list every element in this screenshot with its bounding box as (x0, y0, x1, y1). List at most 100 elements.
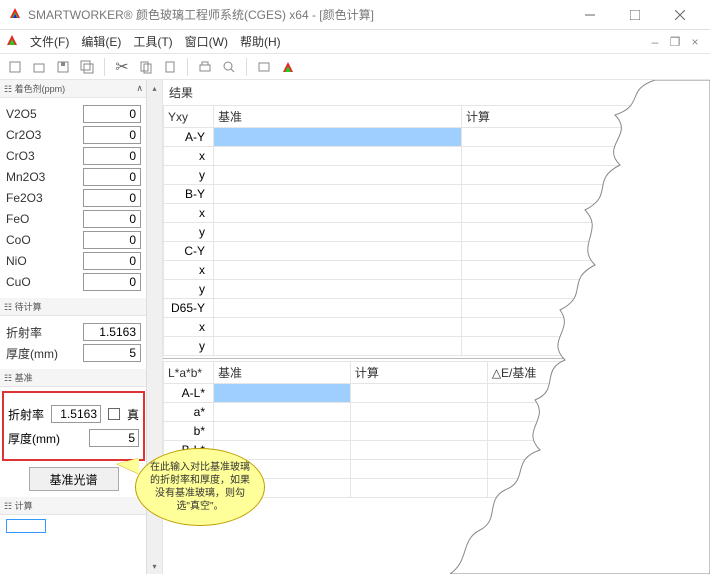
cell-base[interactable] (214, 242, 462, 261)
table-header: 计算 (462, 106, 710, 128)
maximize-button[interactable] (612, 1, 657, 29)
cell-calc[interactable] (462, 223, 710, 242)
mdi-restore-icon[interactable]: ❐ (666, 34, 684, 50)
cell-base[interactable] (214, 299, 462, 318)
cell-calc[interactable] (462, 128, 710, 147)
base-refraction-input[interactable] (51, 405, 101, 423)
cell-base[interactable] (214, 204, 462, 223)
tocompute-panel-header[interactable]: ☷ 待计算 (0, 298, 147, 316)
colorant-input[interactable] (83, 168, 141, 186)
cell-base[interactable] (214, 166, 462, 185)
cell-calc[interactable] (462, 261, 710, 280)
thickness-input[interactable] (83, 344, 141, 362)
cell-base[interactable] (214, 337, 462, 356)
cell-base[interactable] (214, 185, 462, 204)
cell-calc[interactable] (462, 280, 710, 299)
mdi-minimize-icon[interactable]: – (646, 34, 664, 50)
cell-de[interactable] (487, 384, 709, 403)
menu-window[interactable]: 窗口(W) (179, 31, 234, 52)
toolbar-separator (187, 58, 188, 76)
cell-calc[interactable] (350, 460, 487, 479)
table-header: 基准 (214, 362, 351, 384)
compute-panel-header[interactable]: ☷ 计算 (0, 497, 147, 515)
colorant-input[interactable] (83, 147, 141, 165)
cell-base[interactable] (214, 147, 462, 166)
tocompute-header-label: 待计算 (15, 302, 42, 312)
table-row: A-Y (164, 128, 710, 147)
colorant-input[interactable] (83, 231, 141, 249)
toolbar-color-icon[interactable] (277, 56, 299, 78)
cell-calc[interactable] (350, 422, 487, 441)
cell-base[interactable] (214, 128, 462, 147)
table-header: △E/基准 (487, 362, 709, 384)
cell-de[interactable] (487, 403, 709, 422)
yxy-table: Yxy基准计算A-YxyB-YxyC-YxyD65-Yxy (163, 105, 710, 356)
cell-calc[interactable] (462, 166, 710, 185)
colorant-input[interactable] (83, 189, 141, 207)
toolbar-print-icon[interactable] (194, 56, 216, 78)
cell-base[interactable] (214, 280, 462, 299)
toolbar-paste-icon[interactable] (159, 56, 181, 78)
cell-base[interactable] (214, 384, 351, 403)
cell-calc[interactable] (350, 384, 487, 403)
cell-base[interactable] (214, 261, 462, 280)
cell-calc[interactable] (350, 479, 487, 498)
close-button[interactable] (657, 1, 702, 29)
minimize-button[interactable] (567, 1, 612, 29)
toolbar-save-icon[interactable] (52, 56, 74, 78)
cell-de[interactable] (487, 441, 709, 460)
cell-base[interactable] (214, 318, 462, 337)
cell-de[interactable] (487, 422, 709, 441)
menu-tools[interactable]: 工具(T) (127, 31, 178, 52)
colorant-input[interactable] (83, 273, 141, 291)
row-header: A-L* (164, 384, 214, 403)
menu-help[interactable]: 帮助(H) (234, 31, 287, 52)
toolbar-saveall-icon[interactable] (76, 56, 98, 78)
cell-de[interactable] (487, 479, 709, 498)
colorant-input[interactable] (83, 252, 141, 270)
colorant-input[interactable] (83, 126, 141, 144)
toolbar-open-icon[interactable] (28, 56, 50, 78)
scroll-up-icon[interactable]: ▴ (147, 80, 162, 96)
cell-calc[interactable] (462, 147, 710, 166)
cell-calc[interactable] (462, 185, 710, 204)
table-header: Yxy (164, 106, 214, 128)
toolbar-preview-icon[interactable] (218, 56, 240, 78)
cell-base[interactable] (214, 403, 351, 422)
cell-calc[interactable] (462, 337, 710, 356)
cell-base[interactable] (214, 422, 351, 441)
menu-edit[interactable]: 编辑(E) (75, 31, 127, 52)
cell-calc[interactable] (462, 318, 710, 337)
cell-calc[interactable] (350, 403, 487, 422)
compute-field[interactable] (6, 519, 46, 533)
cell-calc[interactable] (462, 204, 710, 223)
cell-calc[interactable] (350, 441, 487, 460)
toolbar-cut-icon[interactable]: ✂ (111, 56, 133, 78)
colorant-input[interactable] (83, 210, 141, 228)
collapse-up-icon[interactable]: ∧ (136, 83, 143, 94)
main-area: ☷ 着色剂(ppm) ∧ V2O5Cr2O3CrO3Mn2O3Fe2O3FeOC… (0, 80, 710, 574)
colorant-panel-header[interactable]: ☷ 着色剂(ppm) ∧ (0, 80, 147, 98)
cell-calc[interactable] (462, 242, 710, 261)
colorant-row: V2O5 (6, 105, 141, 123)
table-row: y (164, 280, 710, 299)
mdi-close-icon[interactable]: × (686, 34, 704, 50)
callout-annotation: 在此输入对比基准玻璃的折射率和厚度，如果没有基准玻璃，则勾选"真空"。 (135, 448, 265, 526)
toolbar-separator (104, 58, 105, 76)
cell-de[interactable] (487, 460, 709, 479)
base-thickness-input[interactable] (89, 429, 139, 447)
toolbar-window-icon[interactable] (253, 56, 275, 78)
colorant-input[interactable] (83, 105, 141, 123)
table-row: y (164, 337, 710, 356)
cell-base[interactable] (214, 223, 462, 242)
scroll-down-icon[interactable]: ▾ (147, 558, 162, 574)
toolbar-new-icon[interactable] (4, 56, 26, 78)
base-spectrum-button[interactable]: 基准光谱 (29, 467, 119, 491)
toolbar-copy-icon[interactable] (135, 56, 157, 78)
cell-calc[interactable] (462, 299, 710, 318)
colorant-label: CrO3 (6, 149, 35, 163)
refraction-input[interactable] (83, 323, 141, 341)
menu-file[interactable]: 文件(F) (24, 31, 75, 52)
vacuum-checkbox[interactable] (108, 408, 120, 420)
base-panel-header[interactable]: ☷ 基准 (0, 369, 147, 387)
